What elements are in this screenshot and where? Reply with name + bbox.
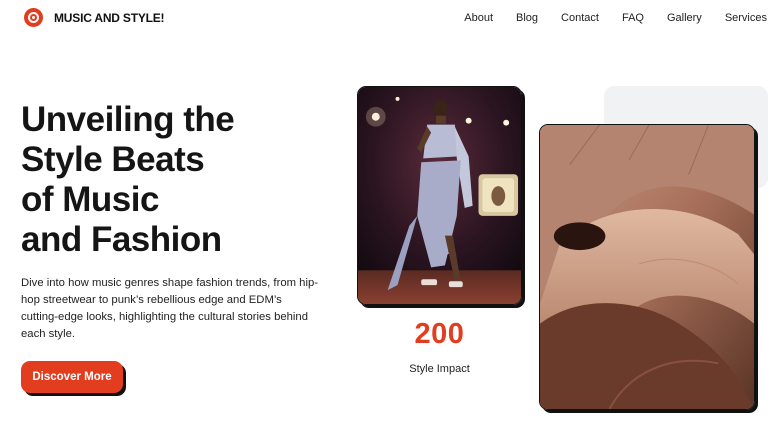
site-header: MUSIC AND STYLE! About Blog Contact FAQ … <box>0 0 783 36</box>
performer-photo <box>357 86 522 305</box>
vinyl-record-icon[interactable] <box>24 8 43 27</box>
nav-link-contact[interactable]: Contact <box>561 11 599 25</box>
stat-label: Style Impact <box>409 363 470 375</box>
nav-link-faq[interactable]: FAQ <box>622 11 644 25</box>
brand-name[interactable]: MUSIC AND STYLE! <box>54 11 165 25</box>
main-nav: About Blog Contact FAQ Gallery Services <box>441 11 767 25</box>
architecture-photo <box>539 124 755 410</box>
nav-link-about[interactable]: About <box>464 11 493 25</box>
stat-number: 200 <box>414 318 465 350</box>
nav-link-services[interactable]: Services <box>725 11 767 25</box>
nav-link-gallery[interactable]: Gallery <box>667 11 702 25</box>
hero-title-line: Unveiling the <box>21 100 235 139</box>
hero-description: Dive into how music genres shape fashion… <box>21 277 319 340</box>
hero-title: Unveiling the Style Beats of Music and F… <box>21 100 341 260</box>
page: MUSIC AND STYLE! About Blog Contact FAQ … <box>0 0 783 442</box>
hero-title-line: and Fashion <box>21 220 222 259</box>
nav-link-blog[interactable]: Blog <box>516 11 538 25</box>
discover-more-button[interactable]: Discover More <box>21 361 123 393</box>
hero-title-line: Style Beats <box>21 140 205 179</box>
hero-title-line: of Music <box>21 180 159 219</box>
